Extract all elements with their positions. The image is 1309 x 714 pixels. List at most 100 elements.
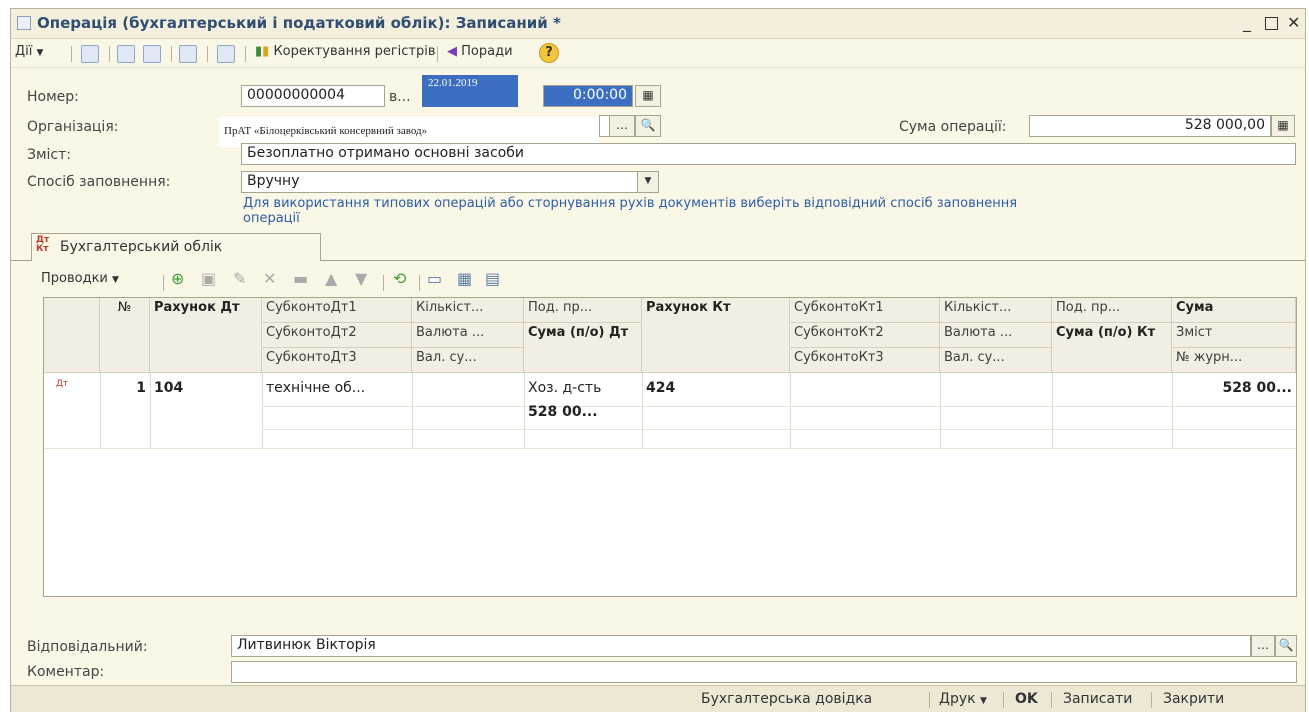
- maximize-icon[interactable]: [1265, 17, 1278, 30]
- edit-icon[interactable]: ✎: [233, 269, 246, 289]
- from-label: в...: [389, 89, 411, 105]
- minimize-icon[interactable]: _: [1243, 13, 1251, 32]
- sum-field[interactable]: 528 000,00: [1029, 115, 1271, 137]
- refresh-icon[interactable]: [117, 45, 135, 63]
- entries-label: Проводки: [41, 271, 108, 286]
- header-tax-dt[interactable]: Под. пр...: [524, 298, 642, 323]
- fill-icon[interactable]: ▭: [427, 269, 442, 289]
- print-button[interactable]: Друк ▼: [939, 691, 987, 707]
- ok-button[interactable]: OK: [1015, 691, 1038, 707]
- header-quantity-dt[interactable]: Кількіст...: [412, 298, 524, 323]
- tab-accounting[interactable]: Дт Кт Бухгалтерський облік: [31, 233, 321, 261]
- accounting-reference-button[interactable]: Бухгалтерська довідка: [701, 691, 872, 707]
- fill-method-select[interactable]: Вручну: [241, 171, 659, 193]
- delete-icon[interactable]: ✕: [263, 269, 276, 289]
- fill-method-label: Спосіб заповнення:: [27, 174, 171, 190]
- title-bar: Операція (бухгалтерський і податковий об…: [11, 9, 1305, 39]
- finish-edit-icon[interactable]: ▬: [293, 269, 308, 289]
- header-subconto-dt1[interactable]: СубконтоДт1: [262, 298, 412, 323]
- select-button[interactable]: …: [609, 115, 635, 137]
- header-subconto-kt1[interactable]: СубконтоКт1: [790, 298, 940, 323]
- chevron-down-icon: ▼: [36, 48, 44, 58]
- header-journal[interactable]: № журн...: [1172, 348, 1296, 373]
- debit-credit-icon: Дт Кт: [56, 379, 72, 389]
- tips-label: Поради: [461, 44, 513, 59]
- sum-label: Сума операції:: [899, 119, 1007, 135]
- grid-line: [262, 406, 1296, 407]
- save-button[interactable]: Записати: [1063, 691, 1132, 707]
- header-num[interactable]: №: [100, 298, 150, 373]
- post-icon[interactable]: [81, 45, 99, 63]
- print-grid-icon[interactable]: ▤: [485, 269, 500, 289]
- calendar-icon[interactable]: ▦: [635, 85, 661, 107]
- move-up-icon[interactable]: ▲: [325, 269, 337, 289]
- copy-row-icon[interactable]: ▣: [201, 269, 216, 289]
- refresh-icon[interactable]: ⟲: [393, 269, 406, 289]
- header-content[interactable]: Зміст: [1172, 323, 1296, 348]
- toolbar-separator: [1003, 692, 1004, 708]
- toolbar-separator: [207, 46, 208, 62]
- close-button[interactable]: Закрити: [1163, 691, 1224, 707]
- header-sum-tax-dt[interactable]: Сума (п/о) Дт: [524, 323, 642, 373]
- comment-field[interactable]: [231, 661, 1297, 683]
- search-icon[interactable]: 🔍: [635, 115, 661, 137]
- document-icon: [17, 16, 31, 30]
- movements-icon[interactable]: [217, 45, 235, 63]
- move-down-icon[interactable]: ▼: [355, 269, 367, 289]
- print-label: Друк: [939, 691, 976, 707]
- toolbar-separator: [419, 275, 420, 291]
- row-sum-tax-dt[interactable]: 528 00...: [524, 402, 642, 422]
- toolbar-separator: [1051, 692, 1052, 708]
- content-field[interactable]: Безоплатно отримано основні засоби: [241, 143, 1296, 165]
- header-currency-sum-kt[interactable]: Вал. су...: [940, 348, 1052, 373]
- header-currency-sum-dt[interactable]: Вал. су...: [412, 348, 524, 373]
- operation-window: Операція (бухгалтерський і податковий об…: [10, 8, 1306, 712]
- fill-method-hint[interactable]: Для використання типових операцій або ст…: [243, 196, 1043, 226]
- row-subconto-dt1[interactable]: технічне об...: [262, 378, 412, 398]
- row-num[interactable]: 1: [100, 378, 150, 398]
- grid-line: [1052, 373, 1053, 448]
- entries-menu[interactable]: Проводки ▼: [41, 271, 119, 291]
- select-button[interactable]: …: [1251, 635, 1275, 657]
- number-field[interactable]: 00000000004: [241, 85, 385, 107]
- row-sum[interactable]: 528 00...: [1172, 378, 1296, 398]
- header-account-kt[interactable]: Рахунок Кт: [642, 298, 790, 373]
- header-subconto-dt3[interactable]: СубконтоДт3: [262, 348, 412, 373]
- actions-menu[interactable]: Дії ▼: [15, 44, 43, 64]
- copy-icon[interactable]: [143, 45, 161, 63]
- header-icon-col: [44, 298, 100, 373]
- time-field[interactable]: 0:00:00: [543, 85, 633, 107]
- responsible-field[interactable]: Литвинюк Вікторія: [231, 635, 1251, 657]
- header-quantity-kt[interactable]: Кількіст...: [940, 298, 1052, 323]
- header-subconto-dt2[interactable]: СубконтоДт2: [262, 323, 412, 348]
- tips-button[interactable]: ◀ Поради: [447, 44, 513, 64]
- search-icon[interactable]: 🔍: [1275, 635, 1297, 657]
- header-currency-kt[interactable]: Валюта ...: [940, 323, 1052, 348]
- responsible-label: Відповідальний:: [27, 639, 148, 655]
- structure-icon[interactable]: [179, 45, 197, 63]
- close-icon[interactable]: ✕: [1287, 13, 1300, 32]
- chevron-down-icon: ▼: [980, 696, 987, 706]
- toolbar-separator: [163, 275, 164, 291]
- header-subconto-kt2[interactable]: СубконтоКт2: [790, 323, 940, 348]
- settings-icon[interactable]: ▦: [457, 269, 472, 289]
- add-icon[interactable]: ⊕: [171, 269, 184, 289]
- header-currency-dt[interactable]: Валюта ...: [412, 323, 524, 348]
- toolbar-separator: [245, 46, 246, 62]
- help-button[interactable]: ?: [539, 43, 559, 63]
- register-correction-button[interactable]: ▮▮ Коректування регістрів: [255, 44, 436, 64]
- header-account-dt[interactable]: Рахунок Дт: [150, 298, 262, 373]
- calculator-icon[interactable]: ▦: [1271, 115, 1295, 137]
- row-account-dt[interactable]: 104: [150, 378, 262, 398]
- header-tax-kt[interactable]: Под. пр...: [1052, 298, 1172, 323]
- date-field[interactable]: 22.01.2019: [422, 75, 518, 107]
- tips-icon: ◀: [447, 44, 457, 59]
- header-sum[interactable]: Сума: [1172, 298, 1296, 323]
- toolbar-separator: [929, 692, 930, 708]
- header-subconto-kt3[interactable]: СубконтоКт3: [790, 348, 940, 373]
- row-tax-dt[interactable]: Хоз. д-сть: [524, 378, 642, 398]
- row-account-kt[interactable]: 424: [642, 378, 790, 398]
- header-sum-tax-kt[interactable]: Сума (п/о) Кт: [1052, 323, 1172, 373]
- chevron-down-icon[interactable]: ▼: [637, 171, 659, 193]
- toolbar-separator: [437, 46, 438, 62]
